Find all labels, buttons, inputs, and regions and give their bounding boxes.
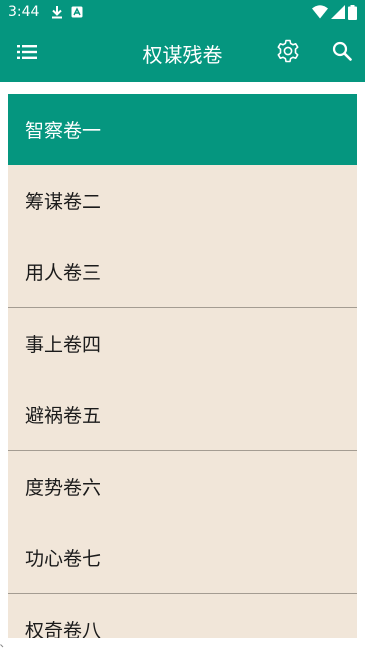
settings-button[interactable] bbox=[274, 39, 302, 67]
list-item[interactable]: 筹谋卷二 bbox=[8, 165, 357, 236]
chapter-label: 筹谋卷二 bbox=[25, 191, 102, 213]
list-item[interactable]: 智察卷一 bbox=[8, 94, 357, 165]
list-item[interactable]: 功心卷七 bbox=[8, 522, 357, 593]
app-bar: 权谋残卷 bbox=[0, 24, 365, 82]
menu-icon bbox=[17, 44, 37, 64]
list-item[interactable]: 权奇卷八 bbox=[8, 594, 357, 638]
search-icon bbox=[332, 41, 352, 65]
wifi-icon bbox=[312, 5, 328, 19]
app-notification-icon bbox=[71, 6, 83, 18]
content-area: 智察卷一 筹谋卷二 用人卷三 事上卷四 避祸卷五 度势卷六 功心卷七 权奇卷八 bbox=[0, 82, 365, 650]
chapter-list[interactable]: 智察卷一 筹谋卷二 用人卷三 事上卷四 避祸卷五 度势卷六 功心卷七 权奇卷八 bbox=[8, 94, 357, 638]
chapter-label: 权奇卷八 bbox=[25, 620, 102, 638]
status-time: 3:44 bbox=[8, 4, 40, 20]
download-icon bbox=[51, 5, 63, 19]
list-item[interactable]: 避祸卷五 bbox=[8, 379, 357, 450]
corner-mark bbox=[0, 644, 4, 648]
page-title: 权谋残卷 bbox=[142, 42, 223, 67]
chapter-label: 避祸卷五 bbox=[25, 405, 102, 427]
chapter-label: 功心卷七 bbox=[25, 548, 102, 570]
chapter-label: 度势卷六 bbox=[25, 477, 102, 499]
signal-icon bbox=[331, 5, 345, 19]
menu-button[interactable] bbox=[14, 41, 40, 67]
gear-icon bbox=[276, 39, 300, 67]
list-item[interactable]: 用人卷三 bbox=[8, 236, 357, 307]
battery-icon bbox=[348, 4, 357, 20]
list-item[interactable]: 度势卷六 bbox=[8, 451, 357, 522]
status-bar: 3:44 bbox=[0, 0, 365, 24]
list-item[interactable]: 事上卷四 bbox=[8, 308, 357, 379]
status-notification-icons bbox=[51, 5, 83, 19]
search-button[interactable] bbox=[328, 39, 356, 67]
chapter-label: 事上卷四 bbox=[25, 334, 102, 356]
chapter-label: 智察卷一 bbox=[25, 120, 102, 142]
chapter-label: 用人卷三 bbox=[25, 262, 102, 284]
status-system-icons bbox=[312, 4, 357, 20]
